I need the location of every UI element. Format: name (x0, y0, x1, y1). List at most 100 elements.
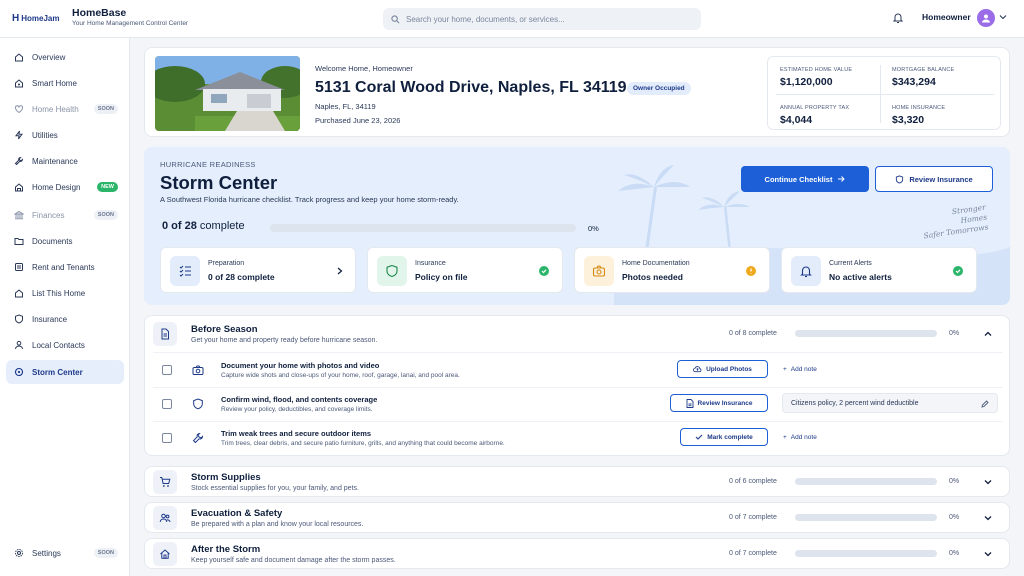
wrench-icon (188, 428, 208, 448)
sidebar-item-home-health[interactable]: Home Health SOON (6, 97, 124, 121)
sidebar-item-maintenance[interactable]: Maintenance (6, 149, 124, 173)
house-listing-icon (15, 289, 23, 298)
sidebar-item-documents[interactable]: Documents (6, 229, 124, 253)
sidebar-item-finances[interactable]: Finances SOON (6, 203, 124, 227)
sidebar-item-label: List This Home (32, 288, 86, 298)
sidebar-item-list-this-home[interactable]: List This Home (6, 281, 124, 305)
sidebar-item-smart-home[interactable]: Smart Home (6, 71, 124, 95)
heart-icon (15, 105, 23, 114)
chevron-down-icon[interactable] (999, 13, 1007, 21)
task-description: Capture wide shots and close-ups of your… (221, 372, 460, 379)
sidebar-item-label: Rent and Tenants (32, 262, 95, 272)
add-note-link[interactable]: + Add note (783, 366, 817, 373)
sidebar-item-overview[interactable]: Overview (6, 45, 124, 69)
sidebar-item-home-design[interactable]: Home Design NEW (6, 175, 124, 199)
property-city: Naples, FL, 34119 (315, 102, 376, 111)
pencil-icon[interactable] (981, 400, 989, 408)
status-badge: Owner Occupied (627, 82, 691, 95)
card-current-alerts[interactable]: Current Alerts No active alerts (781, 247, 977, 293)
plus-icon: + (783, 366, 787, 373)
list-icon (15, 263, 23, 271)
sidebar-badge: NEW (97, 182, 118, 192)
task-note-field[interactable]: Citizens policy, 2 percent wind deductib… (782, 393, 998, 413)
shield-icon (377, 256, 407, 286)
add-note-link[interactable]: + Add note (783, 434, 817, 441)
gear-icon (15, 549, 23, 557)
section-progress-bar (795, 478, 937, 485)
search-placeholder: Search your home, documents, or services… (406, 14, 565, 24)
sidebar-item-settings[interactable]: Settings SOON (6, 541, 124, 565)
search-icon (391, 14, 400, 23)
page-title: Storm Center (160, 172, 278, 193)
mark-complete-button[interactable]: Mark complete (680, 428, 768, 446)
section-evacuation-safety[interactable]: Evacuation & Safety Be prepared with a p… (144, 502, 1010, 533)
upload-photos-button[interactable]: Upload Photos (677, 360, 768, 378)
sidebar-item-insurance[interactable]: Insurance (6, 307, 124, 331)
section-count: 0 of 6 complete (729, 478, 777, 485)
chevron-down-icon[interactable] (983, 513, 993, 523)
overall-progress-bar (270, 224, 576, 232)
task-checkbox[interactable] (162, 433, 172, 443)
sidebar-item-label: Smart Home (32, 78, 77, 88)
review-insurance-task-button[interactable]: Review Insurance (670, 394, 768, 412)
smart-home-icon (15, 79, 23, 88)
card-preparation[interactable]: Preparation 0 of 28 complete (160, 247, 356, 293)
task-title: Confirm wind, flood, and contents covera… (221, 395, 378, 404)
card-insurance[interactable]: Insurance Policy on file (367, 247, 563, 293)
document-icon (153, 322, 177, 346)
cart-icon (153, 470, 177, 494)
notification-bell-icon[interactable] (892, 12, 904, 24)
section-percent: 0% (949, 478, 960, 485)
sidebar-item-label: Settings (32, 548, 61, 558)
sidebar-item-local-contacts[interactable]: Local Contacts (6, 333, 124, 357)
card-home-documentation[interactable]: Home Documentation Photos needed (574, 247, 770, 293)
sidebar-item-label: Insurance (32, 314, 68, 324)
sidebar-badge: SOON (93, 548, 118, 558)
task-title: Document your home with photos and video (221, 361, 380, 370)
sidebar-item-label: Home Design (32, 182, 81, 192)
app-brand: HomeBase Your Home Management Control Ce… (72, 7, 188, 27)
chevron-up-icon[interactable] (983, 329, 993, 339)
camera-icon (584, 256, 614, 286)
continue-checklist-button[interactable]: Continue Checklist (741, 166, 869, 192)
card-title: Current Alerts (829, 260, 872, 267)
shield-icon (188, 394, 208, 414)
overall-progress-percent: 0% (588, 224, 599, 233)
stat-property-tax: ANNUAL PROPERTY TAX $4,044 (780, 105, 850, 126)
task-row: Trim weak trees and secure outdoor items… (145, 421, 1011, 455)
shield-icon (15, 314, 23, 324)
section-count: 0 of 8 complete (729, 330, 777, 337)
section-percent: 0% (949, 514, 960, 521)
avatar[interactable] (977, 9, 995, 27)
task-checkbox[interactable] (162, 399, 172, 409)
task-checkbox[interactable] (162, 365, 172, 375)
homejam-logo[interactable]: H HomeJam (12, 13, 59, 24)
welcome-text: Welcome Home, Homeowner (315, 64, 413, 73)
property-stats: ESTIMATED HOME VALUE $1,120,000 MORTGAGE … (767, 56, 1001, 130)
card-title: Home Documentation (622, 260, 690, 267)
search-input[interactable]: Search your home, documents, or services… (383, 8, 701, 30)
review-insurance-button[interactable]: Review Insurance (875, 166, 993, 192)
wrench-icon (14, 156, 24, 166)
sidebar-item-utilities[interactable]: Utilities (6, 123, 124, 147)
stat-home-value: ESTIMATED HOME VALUE $1,120,000 (780, 67, 853, 88)
section-title: Evacuation & Safety (191, 508, 283, 519)
person-icon (15, 340, 23, 350)
section-title: After the Storm (191, 544, 261, 555)
section-after-the-storm[interactable]: After the Storm Keep yourself safe and d… (144, 538, 1010, 569)
sidebar-item-rent-and-tenants[interactable]: Rent and Tenants (6, 255, 124, 279)
sidebar-item-label: Utilities (32, 130, 58, 140)
user-name[interactable]: Homeowner (922, 12, 971, 22)
sidebar-item-storm-center[interactable]: Storm Center (6, 360, 124, 384)
section-title: Storm Supplies (191, 472, 261, 483)
chevron-down-icon[interactable] (983, 477, 993, 487)
section-progress-bar (795, 550, 937, 557)
check-icon (695, 434, 703, 440)
status-warning-icon (746, 266, 756, 276)
task-title: Trim weak trees and secure outdoor items (221, 429, 372, 438)
section-storm-supplies[interactable]: Storm Supplies Stock essential supplies … (144, 466, 1010, 497)
card-value: 0 of 28 complete (208, 272, 275, 282)
sidebar-item-label: Documents (32, 236, 73, 246)
section-subtitle: Be prepared with a plan and know your lo… (191, 521, 364, 528)
chevron-down-icon[interactable] (983, 549, 993, 559)
